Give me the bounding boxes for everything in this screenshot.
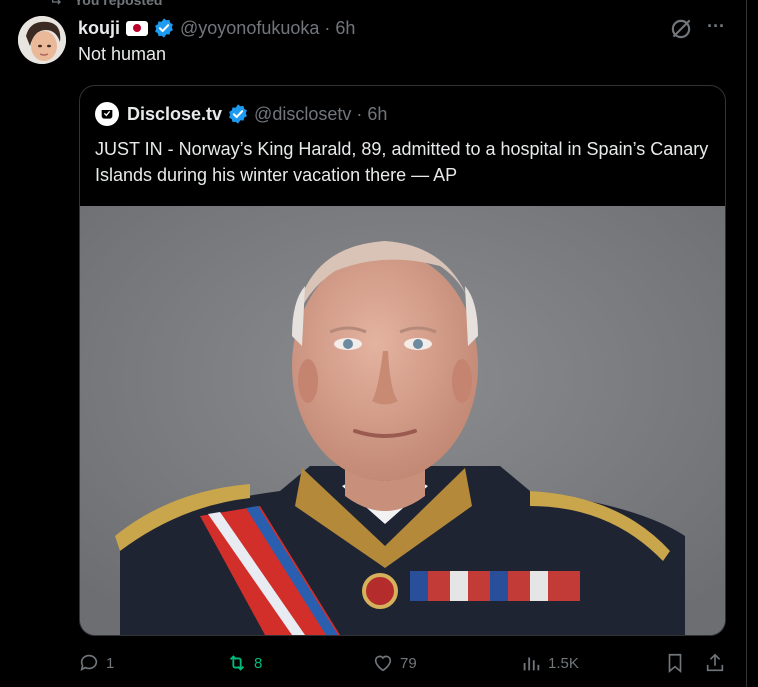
author-name[interactable]: kouji: [78, 18, 120, 39]
quote-header: Disclose.tv @disclosetv · 6h: [95, 102, 387, 126]
repost-button[interactable]: 8: [226, 651, 262, 675]
views-icon: [523, 657, 540, 671]
quote-text: JUST IN - Norway’s King Harald, 89, admi…: [95, 139, 709, 185]
quote-author-handle[interactable]: @disclosetv: [254, 104, 351, 125]
views-count: 1.5K: [548, 654, 579, 672]
retweet-icon: [229, 655, 245, 671]
bookmark-button[interactable]: [664, 651, 686, 675]
more-icon[interactable]: ···: [703, 16, 729, 42]
quote-time[interactable]: · 6h: [356, 104, 387, 125]
verified-badge-icon[interactable]: [153, 17, 175, 39]
reply-count: 1: [106, 654, 115, 672]
like-icon: [374, 655, 392, 672]
author-avatar[interactable]: [18, 16, 66, 64]
repost-label: You reposted: [74, 0, 163, 8]
bookmark-icon: [668, 653, 682, 674]
repost-icon: [52, 0, 61, 5]
verified-badge-icon[interactable]: [227, 103, 249, 125]
like-count: 79: [400, 654, 417, 672]
quote-photo[interactable]: [80, 206, 725, 635]
avatar-photo: [18, 16, 66, 64]
views-button[interactable]: 1.5K: [520, 651, 579, 675]
quote-author-name[interactable]: Disclose.tv: [127, 104, 222, 125]
share-icon: [706, 653, 724, 672]
grok-icon[interactable]: [668, 16, 694, 42]
repost-count: 8: [254, 654, 263, 672]
quoted-tweet[interactable]: Disclose.tv @disclosetv · 6h JUST IN - N…: [79, 85, 726, 636]
tweet-time[interactable]: · 6h: [324, 18, 355, 39]
portrait-image: [80, 206, 725, 635]
disclose-logo-icon: [95, 102, 119, 126]
flag-japan-icon: [126, 20, 149, 36]
repost-indicator[interactable]: You reposted: [50, 0, 162, 9]
share-button[interactable]: [704, 651, 726, 675]
author-handle[interactable]: @yoyonofukuoka: [180, 18, 319, 39]
like-button[interactable]: 79: [372, 651, 417, 675]
action-bar: 1 8 79 1.5K: [0, 651, 758, 675]
column-border: [746, 0, 747, 687]
tweet-header: kouji @yoyonofukuoka · 6h: [78, 16, 355, 40]
reply-button[interactable]: 1: [78, 651, 114, 675]
reply-icon: [80, 654, 98, 671]
tweet-text: Not human: [78, 44, 167, 64]
